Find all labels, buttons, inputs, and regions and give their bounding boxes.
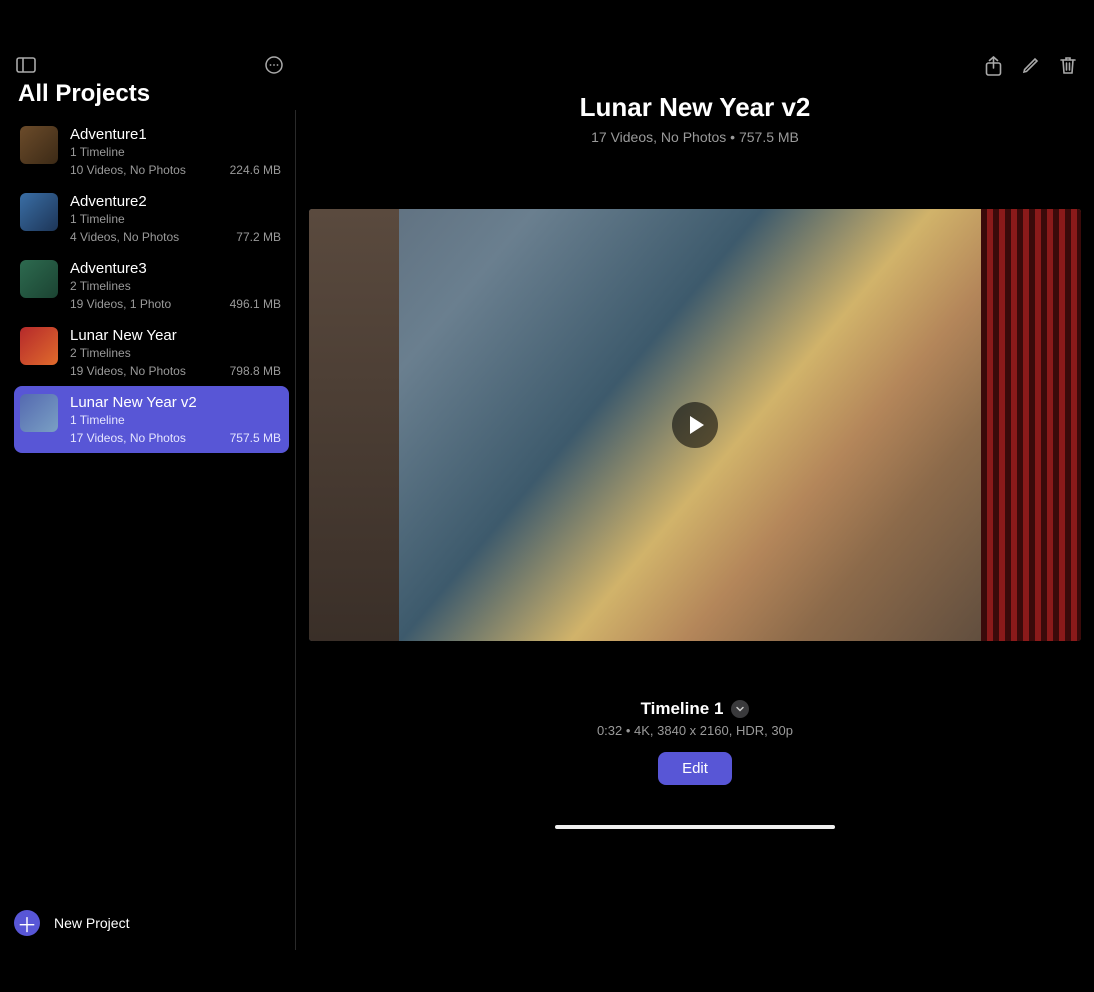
- sidebar-header: [14, 50, 289, 78]
- ellipsis-circle-icon[interactable]: [265, 56, 283, 74]
- project-thumbnail: [20, 126, 58, 164]
- play-icon: [690, 416, 704, 434]
- project-thumbnail: [20, 260, 58, 298]
- project-timelines: 1 Timeline: [70, 413, 281, 427]
- new-project-button[interactable]: ＋ New Project: [14, 910, 129, 936]
- project-timelines: 2 Timelines: [70, 346, 281, 360]
- project-timelines: 1 Timeline: [70, 145, 281, 159]
- project-media: 19 Videos, No Photos: [70, 364, 186, 378]
- project-timelines: 1 Timeline: [70, 212, 281, 226]
- share-icon[interactable]: [985, 56, 1002, 79]
- project-item[interactable]: Adventure3 2 Timelines 19 Videos, 1 Phot…: [14, 252, 289, 319]
- video-preview[interactable]: [309, 209, 1081, 641]
- timeline-dropdown[interactable]: [731, 700, 749, 718]
- new-project-label: New Project: [54, 915, 129, 931]
- main-header: Lunar New Year v2 17 Videos, No Photos •…: [580, 92, 811, 145]
- project-media: 10 Videos, No Photos: [70, 163, 186, 177]
- project-size: 757.5 MB: [230, 431, 281, 445]
- plus-icon: ＋: [14, 910, 40, 936]
- project-size: 224.6 MB: [230, 163, 281, 177]
- project-media: 19 Videos, 1 Photo: [70, 297, 171, 311]
- project-thumbnail: [20, 394, 58, 432]
- project-thumbnail: [20, 193, 58, 231]
- main-panel: Lunar New Year v2 17 Videos, No Photos •…: [296, 50, 1094, 950]
- project-name: Adventure3: [70, 260, 281, 277]
- project-timelines: 2 Timelines: [70, 279, 281, 293]
- project-name: Lunar New Year: [70, 327, 281, 344]
- project-name: Lunar New Year v2: [70, 394, 281, 411]
- timeline-meta: 0:32 • 4K, 3840 x 2160, HDR, 30p: [597, 723, 793, 738]
- project-subtitle: 17 Videos, No Photos • 757.5 MB: [580, 129, 811, 145]
- trash-icon[interactable]: [1060, 56, 1076, 79]
- sidebar-toggle-icon[interactable]: [16, 57, 36, 73]
- project-name: Adventure1: [70, 126, 281, 143]
- project-item-selected[interactable]: Lunar New Year v2 1 Timeline 17 Videos, …: [14, 386, 289, 453]
- sidebar-title: All Projects: [18, 80, 289, 108]
- pencil-icon[interactable]: [1022, 56, 1040, 79]
- sidebar: All Projects Adventure1 1 Timeline 10 Vi…: [0, 50, 295, 950]
- project-size: 77.2 MB: [236, 230, 281, 244]
- project-item[interactable]: Lunar New Year 2 Timelines 19 Videos, No…: [14, 319, 289, 386]
- project-info: Adventure1 1 Timeline 10 Videos, No Phot…: [70, 126, 281, 177]
- play-button[interactable]: [672, 402, 718, 448]
- project-item[interactable]: Adventure2 1 Timeline 4 Videos, No Photo…: [14, 185, 289, 252]
- app-window: All Projects Adventure1 1 Timeline 10 Vi…: [0, 50, 1094, 950]
- project-size: 798.8 MB: [230, 364, 281, 378]
- timeline-name: Timeline 1: [641, 699, 724, 719]
- horizontal-scroll-indicator[interactable]: [555, 825, 835, 829]
- project-item[interactable]: Adventure1 1 Timeline 10 Videos, No Phot…: [14, 118, 289, 185]
- edit-button[interactable]: Edit: [658, 752, 732, 785]
- timeline-section: Timeline 1 0:32 • 4K, 3840 x 2160, HDR, …: [597, 699, 793, 785]
- project-media: 17 Videos, No Photos: [70, 431, 186, 445]
- top-action-icons: [985, 56, 1076, 79]
- project-media: 4 Videos, No Photos: [70, 230, 179, 244]
- project-name: Adventure2: [70, 193, 281, 210]
- project-list: Adventure1 1 Timeline 10 Videos, No Phot…: [14, 118, 289, 453]
- project-thumbnail: [20, 327, 58, 365]
- project-title: Lunar New Year v2: [580, 92, 811, 123]
- project-size: 496.1 MB: [230, 297, 281, 311]
